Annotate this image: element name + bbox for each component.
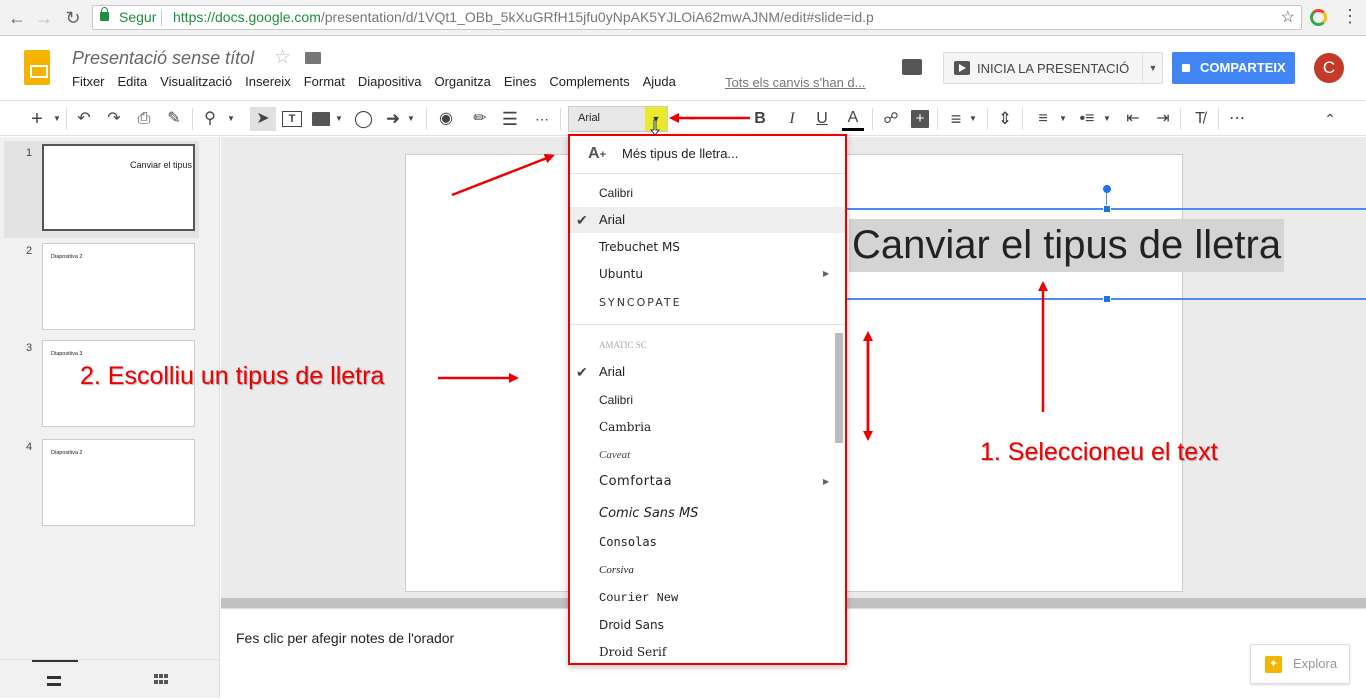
- annotation-arrows: [438, 113, 1048, 441]
- hand-cursor-icon: [649, 119, 661, 136]
- arrow-to-more-fonts: [451, 153, 555, 197]
